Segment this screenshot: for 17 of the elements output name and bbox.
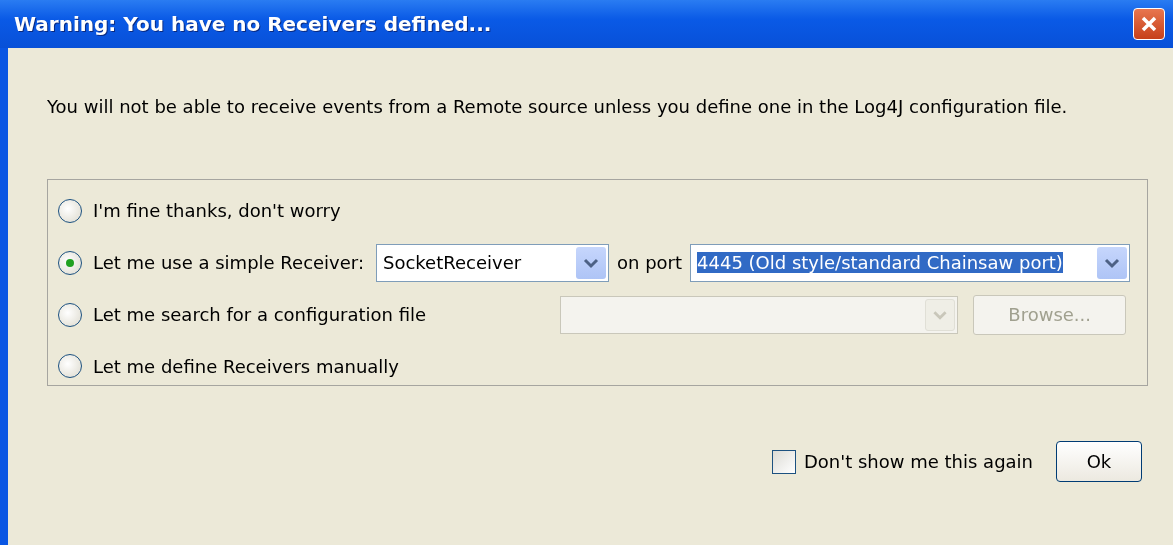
- port-label: on port: [617, 252, 683, 273]
- option-label[interactable]: Let me search for a configuration file: [93, 304, 427, 325]
- checkbox[interactable]: [771, 449, 796, 474]
- window-title: Warning: You have no Receivers defined...: [14, 12, 492, 36]
- radio-button[interactable]: [58, 250, 82, 275]
- radio-button[interactable]: [58, 354, 82, 379]
- option-label[interactable]: Let me define Receivers manually: [93, 355, 399, 377]
- port-dropdown[interactable]: 4445 (Old style/standard Chainsaw port): [690, 243, 1131, 282]
- option-label[interactable]: Let me use a simple Receiver:: [93, 252, 364, 273]
- warning-message: You will not be able to receive events from a Remote source unless you define one in the Log4J configuration file.: [47, 96, 1069, 117]
- receiver-dropdown[interactable]: SocketReceiver: [376, 243, 609, 282]
- option-label[interactable]: I'm fine thanks, don't worry: [93, 200, 341, 222]
- ok-button[interactable]: Ok: [1056, 441, 1142, 482]
- close-icon[interactable]: [1133, 8, 1165, 40]
- radio-button[interactable]: [58, 198, 82, 223]
- radio-button[interactable]: [58, 302, 82, 327]
- checkbox-label[interactable]: Don't show me this again: [803, 451, 1033, 472]
